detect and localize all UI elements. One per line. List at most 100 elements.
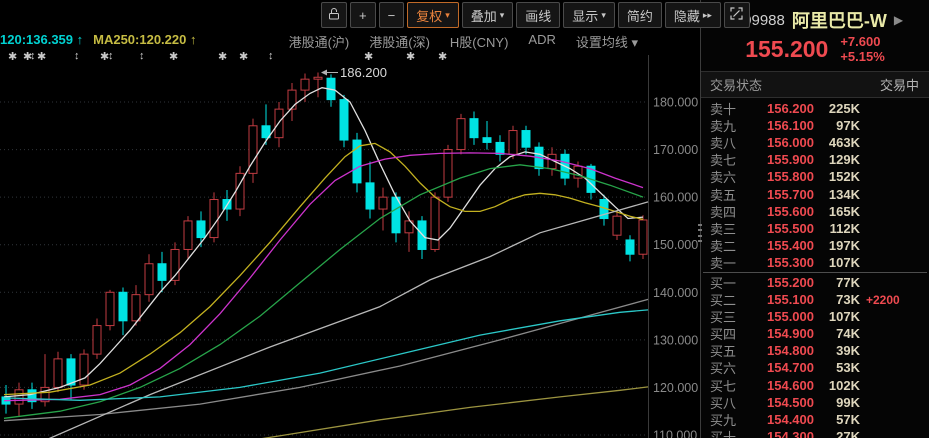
ask-row[interactable]: 卖九156.10097K xyxy=(701,117,929,134)
adjust-price-button[interactable]: 复权▾ xyxy=(407,2,459,28)
level-price: 154.900 xyxy=(748,326,814,341)
level-price: 155.000 xyxy=(748,309,814,324)
overlay-label: 叠加 xyxy=(471,6,497,25)
level-volume: 165K xyxy=(814,204,860,219)
order-book: 卖十156.200225K卖九156.10097K卖八156.000463K卖七… xyxy=(701,100,929,438)
level-price: 154.500 xyxy=(748,395,814,410)
bid-row[interactable]: 买二155.10073K+2200 xyxy=(701,291,929,308)
bid-row[interactable]: 买十154.30027K xyxy=(701,428,929,438)
level-volume: 197K xyxy=(814,238,860,253)
level-price: 155.400 xyxy=(748,238,814,253)
level-volume: 107K xyxy=(814,309,860,324)
y-axis-label: 130.000 xyxy=(653,333,698,347)
level-label: 买十 xyxy=(710,427,748,438)
market-tab-ma-settings[interactable]: 设置均线 ▾ xyxy=(576,32,638,51)
y-axis-label: 110.000 xyxy=(653,428,697,438)
level-price: 154.300 xyxy=(748,429,814,438)
level-volume: 53K xyxy=(814,360,860,375)
bid-row[interactable]: 买一155.20077K xyxy=(701,274,929,291)
overlay-button[interactable]: 叠加▾ xyxy=(462,2,514,28)
chevron-down-icon: ▾ xyxy=(445,11,450,20)
level-price: 156.200 xyxy=(748,101,814,116)
level-volume: 102K xyxy=(814,378,860,393)
trade-status-value: 交易中 xyxy=(880,75,919,94)
display-label: 显示 xyxy=(572,6,598,25)
draw-line-button[interactable]: 画线 xyxy=(516,2,560,28)
level-volume: 77K xyxy=(814,275,860,290)
bid-row[interactable]: 买五154.80039K xyxy=(701,342,929,359)
fullscreen-button[interactable] xyxy=(724,2,750,28)
event-star-icon[interactable]: ✱ xyxy=(406,50,415,63)
market-tab-hk-connect-sz[interactable]: 港股通(深) xyxy=(369,32,430,51)
market-tab-hk-connect-sh[interactable]: 港股通(沪) xyxy=(289,32,350,51)
event-updown-icon[interactable]: ↕ xyxy=(74,50,80,62)
event-updown-icon[interactable]: ↕ xyxy=(268,50,274,62)
event-updown-icon[interactable]: ↕ xyxy=(108,50,114,62)
trade-status-label: 交易状态 xyxy=(710,75,762,94)
event-star-icon[interactable]: ✱ xyxy=(37,50,46,63)
bid-row[interactable]: 买六154.70053K xyxy=(701,359,929,376)
event-updown-icon[interactable]: ↕ xyxy=(139,50,145,62)
level-price: 156.000 xyxy=(748,135,814,150)
level-price: 154.600 xyxy=(748,378,814,393)
level-volume: 225K xyxy=(814,101,860,116)
ask-row[interactable]: 卖四155.600165K xyxy=(701,203,929,220)
level-price: 154.700 xyxy=(748,360,814,375)
level-volume: 39K xyxy=(814,343,860,358)
bid-row[interactable]: 买七154.600102K xyxy=(701,377,929,394)
event-star-icon[interactable]: ✱ xyxy=(239,50,248,63)
chevron-down-icon: ▾ xyxy=(500,11,505,20)
event-star-icon[interactable]: ✱ xyxy=(438,50,447,63)
level-volume: 27K xyxy=(814,429,860,438)
event-star-icon[interactable]: ✱ xyxy=(364,50,373,63)
ask-row[interactable]: 卖一155.300107K xyxy=(701,254,929,271)
series-MA120-cyan xyxy=(4,310,648,400)
event-star-icon[interactable]: ✱ xyxy=(218,50,227,63)
bid-row[interactable]: 买四154.90074K xyxy=(701,325,929,342)
next-stock-arrow-icon[interactable]: ▶ xyxy=(894,13,903,27)
series-MA-green xyxy=(4,165,643,418)
ask-row[interactable]: 卖三155.500112K xyxy=(701,220,929,237)
volume-delta: +2200 xyxy=(866,293,900,307)
price-row: 155.200 +7.600 +5.15% xyxy=(701,34,929,64)
level-volume: 73K xyxy=(814,292,860,307)
ask-row[interactable]: 卖十156.200225K xyxy=(701,100,929,117)
market-tab-h-share-cny[interactable]: H股(CNY) xyxy=(450,32,509,51)
event-star-icon[interactable]: ✱ xyxy=(169,50,178,63)
stock-trading-app: 180.000170.000160.000150.000140.000130.0… xyxy=(0,0,929,438)
y-axis-label: 170.000 xyxy=(653,143,698,157)
trade-status-bar: 交易状态 交易中 xyxy=(701,71,929,98)
adjust-price-label: 复权 xyxy=(416,6,442,25)
market-tab-adr[interactable]: ADR xyxy=(528,32,555,51)
lock-button[interactable] xyxy=(321,2,347,28)
stock-name: 阿里巴巴-W xyxy=(792,7,887,33)
zoom-out-button[interactable]: − xyxy=(379,2,405,28)
ask-row[interactable]: 卖六155.800152K xyxy=(701,168,929,185)
simple-mode-button[interactable]: 简约 xyxy=(618,2,662,28)
bid-row[interactable]: 买八154.50099K xyxy=(701,394,929,411)
panel-resize-handle[interactable] xyxy=(697,224,703,242)
draw-line-label: 画线 xyxy=(525,6,551,25)
event-updown-icon[interactable]: ↕ xyxy=(30,50,36,62)
event-star-icon[interactable]: ✱ xyxy=(8,50,17,63)
series-MA-mid-yellow xyxy=(4,143,643,394)
hide-button[interactable]: 隐藏▸▸ xyxy=(665,2,721,28)
ask-row[interactable]: 卖七155.900129K xyxy=(701,151,929,168)
event-marker-row: ✱✱↕✱↕✱↕↕✱✱✱↕✱✱✱ xyxy=(0,50,660,66)
ask-row[interactable]: 卖五155.700134K xyxy=(701,185,929,202)
bid-row[interactable]: 买九154.40057K xyxy=(701,411,929,428)
quote-panel: ◀ 09988 阿里巴巴-W ▶ 155.200 +7.600 +5.15% 交… xyxy=(700,0,929,438)
level-price: 155.300 xyxy=(748,255,814,270)
ask-row[interactable]: 卖二155.400197K xyxy=(701,237,929,254)
display-button[interactable]: 显示▾ xyxy=(563,2,615,28)
level-price: 155.900 xyxy=(748,152,814,167)
ask-row[interactable]: 卖八156.000463K xyxy=(701,134,929,151)
level-volume: 99K xyxy=(814,395,860,410)
y-axis-label: 160.000 xyxy=(653,191,698,205)
bid-row[interactable]: 买三155.000107K xyxy=(701,308,929,325)
ma-label: MA250:120.220 ↑ xyxy=(93,32,196,47)
zoom-in-button[interactable]: + xyxy=(350,2,376,28)
level-price: 155.100 xyxy=(748,292,814,307)
level-price: 155.700 xyxy=(748,187,814,202)
chart-subbar: 120:136.359 ↑MA250:120.220 ↑ 港股通(沪)港股通(深… xyxy=(0,31,700,51)
